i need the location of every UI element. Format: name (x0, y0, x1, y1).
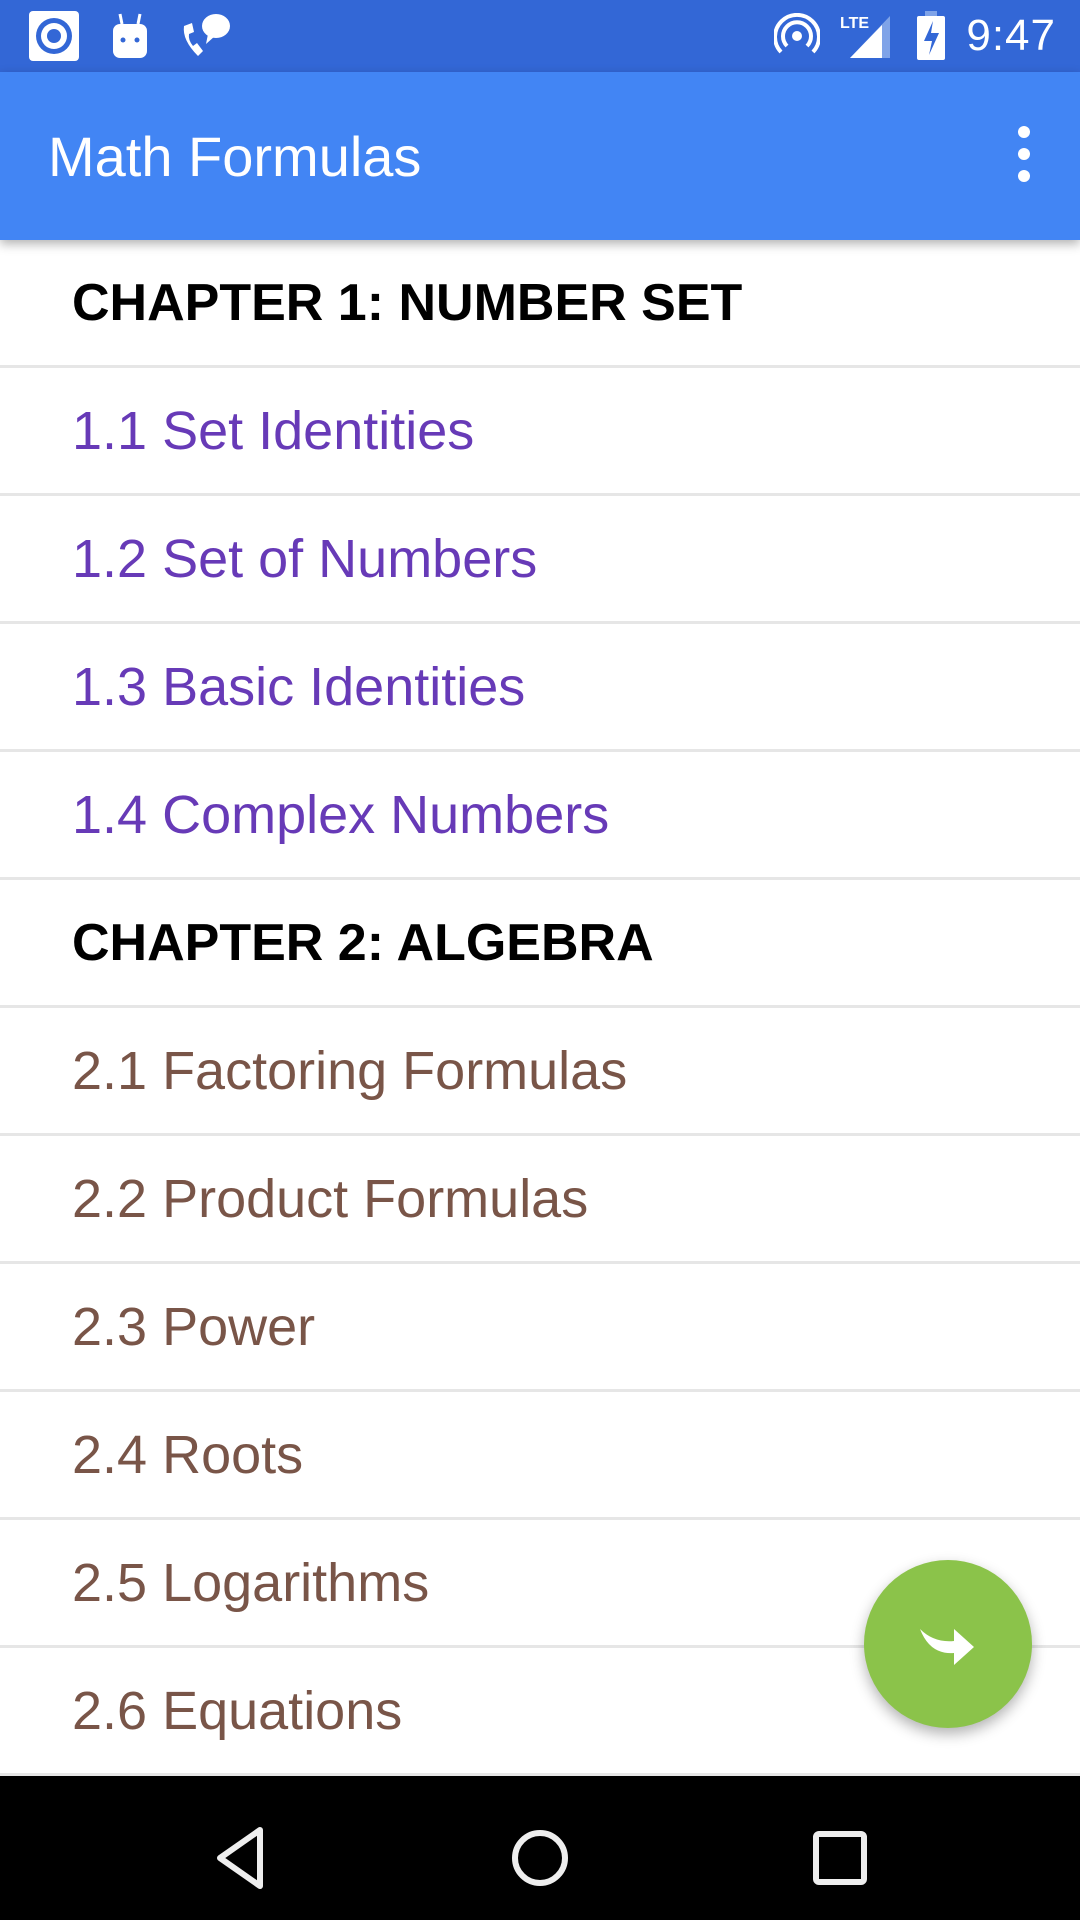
android-icon (113, 13, 147, 58)
list-item[interactable]: 1.1 Set Identities (0, 368, 1080, 496)
navigation-bar (0, 1776, 1080, 1920)
share-forward-icon (920, 1629, 974, 1665)
back-icon[interactable] (200, 1818, 280, 1898)
home-icon[interactable] (500, 1818, 580, 1898)
battery-charging-icon (917, 11, 946, 60)
list-item[interactable]: 1.2 Set of Numbers (0, 496, 1080, 624)
recents-icon[interactable] (800, 1818, 880, 1898)
app-toolbar: Math Formulas (0, 72, 1080, 240)
chapter-header[interactable]: CHAPTER 2: ALGEBRA (0, 880, 1080, 1008)
list-item[interactable]: 2.2 Product Formulas (0, 1136, 1080, 1264)
list-item[interactable]: 2.3 Power (0, 1264, 1080, 1392)
list-item[interactable]: 1.4 Complex Numbers (0, 752, 1080, 880)
notification-target-icon (29, 11, 79, 61)
more-vert-icon[interactable] (1004, 126, 1044, 186)
chapter-header[interactable]: CHAPTER 1: NUMBER SET (0, 240, 1080, 368)
status-bar: LTE 9:47 (0, 0, 1080, 72)
share-fab-button[interactable] (864, 1560, 1032, 1728)
phone-chat-icon (183, 14, 230, 56)
svg-text:LTE: LTE (840, 15, 869, 32)
lte-signal-icon: LTE (840, 15, 891, 58)
list-item[interactable]: 2.4 Roots (0, 1392, 1080, 1520)
formula-list: CHAPTER 1: NUMBER SET 1.1 Set Identities… (0, 240, 1080, 1776)
list-item[interactable]: 2.1 Factoring Formulas (0, 1008, 1080, 1136)
list-item[interactable]: 1.3 Basic Identities (0, 624, 1080, 752)
clock: 9:47 (966, 11, 1056, 60)
hotspot-icon (774, 13, 821, 54)
app-title: Math Formulas (48, 125, 422, 188)
